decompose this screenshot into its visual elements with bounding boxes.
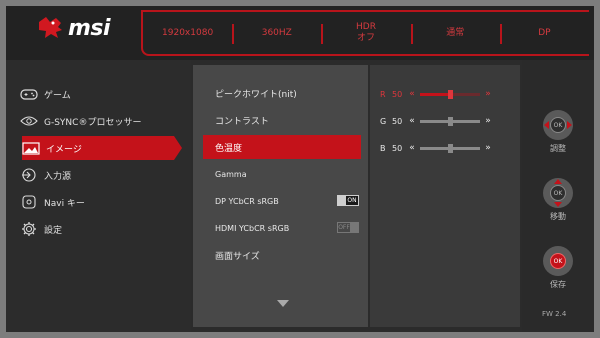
gamepad-icon xyxy=(20,87,38,101)
scroll-down-icon[interactable] xyxy=(277,300,289,307)
channel-label: B xyxy=(380,143,386,153)
menu-item-gsync[interactable]: G-SYNC®プロセッサー xyxy=(20,109,180,133)
red-slider[interactable] xyxy=(420,89,480,99)
navi-key-guide: OK 調整 OK 移動 OK 保存 FW 2.4 xyxy=(522,60,594,332)
toggle-knob xyxy=(350,223,358,232)
status-refresh-rate: 360HZ xyxy=(232,12,321,54)
sub-item-screen-size[interactable]: 画面サイズ xyxy=(203,243,363,267)
menu-item-image[interactable]: イメージ xyxy=(22,136,182,160)
sub-item-label: Gamma xyxy=(215,169,247,179)
firmware-version: FW 2.4 xyxy=(542,310,567,318)
menu-item-label: ゲーム xyxy=(44,90,71,101)
sub-item-label: ピークホワイト(nit) xyxy=(215,89,297,100)
toggle-state: OFF xyxy=(338,224,350,231)
slider-knob[interactable] xyxy=(448,89,453,99)
status-resolution: 1920x1080 xyxy=(143,12,232,54)
status-input: DP xyxy=(499,12,589,54)
channel-label: G xyxy=(380,116,387,126)
sub-item-color-temperature[interactable]: 色温度 xyxy=(203,135,361,159)
gsync-icon xyxy=(20,114,38,128)
color-temp-blue-row[interactable]: B 50 « » xyxy=(380,141,520,155)
slider-fill xyxy=(420,146,450,150)
color-temp-green-row[interactable]: G 50 « » xyxy=(380,114,520,128)
sub-item-gamma[interactable]: Gamma xyxy=(203,162,363,186)
slider-knob[interactable] xyxy=(448,116,453,126)
brand-name: msi xyxy=(68,15,111,41)
osd-header: msi 1920x1080 360HZ HDR オフ 通常 DP xyxy=(6,6,594,60)
menu-item-game[interactable]: ゲーム xyxy=(20,82,180,106)
sub-item-hdmi-ycbcr[interactable]: HDMI YCbCR sRGB OFF xyxy=(203,216,363,240)
decrease-icon[interactable]: « xyxy=(406,89,418,99)
ok-icon: OK xyxy=(550,117,566,133)
osd-screen: msi 1920x1080 360HZ HDR オフ 通常 DP ゲーム G-S… xyxy=(6,6,594,332)
channel-value: 50 xyxy=(392,143,403,153)
ok-icon: OK xyxy=(550,253,566,269)
status-hdr: HDR オフ xyxy=(321,12,410,54)
menu-item-label: 設定 xyxy=(44,225,63,236)
slider-knob[interactable] xyxy=(448,143,453,153)
joystick-save: OK 保存 xyxy=(522,246,594,290)
status-text: 1920x1080 xyxy=(162,27,214,38)
status-text: HDR xyxy=(356,22,376,32)
slider-fill xyxy=(420,92,450,96)
menu-item-navi-key[interactable]: Navi キー xyxy=(20,190,180,214)
joystick-up-down-icon: OK xyxy=(543,178,573,208)
menu-item-label: G-SYNC®プロセッサー xyxy=(44,117,142,128)
joystick-press-icon: OK xyxy=(543,246,573,276)
monitor-bezel: msi 1920x1080 360HZ HDR オフ 通常 DP ゲーム G-S… xyxy=(0,0,600,338)
main-menu: ゲーム G-SYNC®プロセッサー イメージ 入力源 Navi キー 設定 xyxy=(6,60,191,332)
joystick-left-right-icon: OK xyxy=(543,110,573,140)
dp-ycbcr-toggle[interactable]: ON xyxy=(337,195,359,206)
toggle-state: ON xyxy=(347,197,357,204)
image-icon xyxy=(22,141,40,155)
sub-item-label: 色温度 xyxy=(215,143,243,154)
input-source-icon xyxy=(20,168,38,182)
blue-slider[interactable] xyxy=(420,143,480,153)
joystick-icon xyxy=(20,195,38,209)
toggle-knob xyxy=(338,196,346,205)
color-temp-red-row[interactable]: R 50 « » xyxy=(380,87,520,101)
decrease-icon[interactable]: « xyxy=(406,116,418,126)
status-bar: 1920x1080 360HZ HDR オフ 通常 DP xyxy=(141,10,589,56)
decrease-icon[interactable]: « xyxy=(406,143,418,153)
sub-item-label: HDMI YCbCR sRGB xyxy=(215,223,290,233)
status-text: オフ xyxy=(357,33,376,43)
joystick-label: 保存 xyxy=(550,280,566,289)
joystick-label: 調整 xyxy=(550,144,566,153)
brand-logo: msi xyxy=(36,14,111,42)
sub-menu: ピークホワイト(nit) コントラスト 色温度 Gamma DP YCbCR s… xyxy=(193,65,368,327)
joystick-adjust: OK 調整 xyxy=(522,110,594,154)
sub-item-label: コントラスト xyxy=(215,116,269,127)
increase-icon[interactable]: » xyxy=(482,143,494,153)
menu-item-label: 入力源 xyxy=(44,171,72,182)
sub-item-contrast[interactable]: コントラスト xyxy=(203,108,363,132)
sub-item-dp-ycbcr[interactable]: DP YCbCR sRGB ON xyxy=(203,189,363,213)
channel-value: 50 xyxy=(392,89,403,99)
status-text: DP xyxy=(538,27,551,38)
menu-item-settings[interactable]: 設定 xyxy=(20,217,180,241)
value-panel: R 50 « » G 50 « » B 50 « » xyxy=(370,65,520,327)
sub-item-peak-white[interactable]: ピークホワイト(nit) xyxy=(203,81,363,105)
msi-dragon-icon xyxy=(39,17,62,38)
sub-item-label: 画面サイズ xyxy=(215,251,260,262)
increase-icon[interactable]: » xyxy=(482,116,494,126)
ok-icon: OK xyxy=(550,185,566,201)
slider-fill xyxy=(420,119,450,123)
joystick-move: OK 移動 xyxy=(522,178,594,222)
status-mode: 通常 xyxy=(410,12,500,54)
menu-item-input-source[interactable]: 入力源 xyxy=(20,163,180,187)
menu-item-label: Navi キー xyxy=(44,198,85,209)
channel-value: 50 xyxy=(392,116,403,126)
green-slider[interactable] xyxy=(420,116,480,126)
joystick-label: 移動 xyxy=(550,212,566,221)
hdmi-ycbcr-toggle[interactable]: OFF xyxy=(337,222,359,233)
menu-item-label: イメージ xyxy=(46,144,82,155)
status-text: 通常 xyxy=(446,27,465,38)
increase-icon[interactable]: » xyxy=(482,89,494,99)
status-text: 360HZ xyxy=(261,27,292,38)
sub-item-label: DP YCbCR sRGB xyxy=(215,196,279,206)
channel-label: R xyxy=(380,89,386,99)
gear-icon xyxy=(20,222,38,236)
